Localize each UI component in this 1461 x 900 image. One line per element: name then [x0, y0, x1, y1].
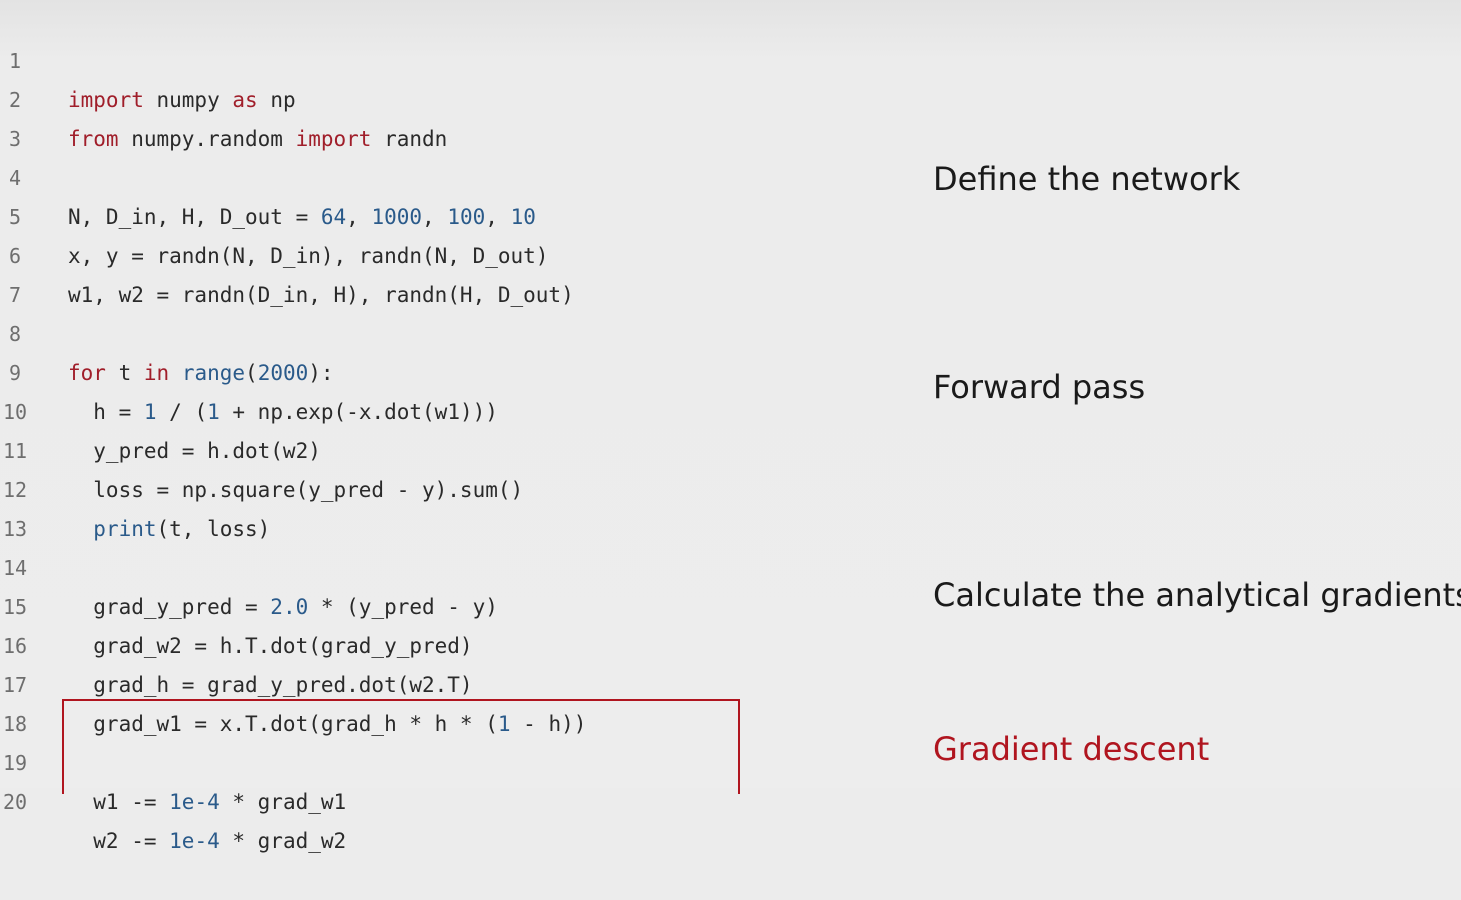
code-line: 3 — [0, 81, 76, 151]
code-text: for t in range(2000): — [68, 361, 334, 385]
code-text: loss = np.square(y_pred - y).sum() — [68, 478, 524, 502]
annotation-gradient-descent: Gradient descent — [933, 730, 1210, 768]
code-line: 7 — [0, 237, 76, 307]
code-line: 9 h = 1 / (1 + np.exp(-x.dot(w1))) — [0, 315, 498, 424]
annotation-analytical-gradients: Calculate the analytical gradients — [933, 576, 1461, 614]
code-line: 16 grad_h = grad_y_pred.dot(w2.T) — [0, 588, 473, 697]
code-line: 13 — [0, 471, 76, 541]
code-text: w2 -= 1e-4 * grad_w2 — [68, 829, 347, 853]
gradient-descent-highlight-box — [62, 699, 740, 794]
code-line: 8 for t in range(2000): — [0, 276, 334, 385]
code-text: w1, w2 = randn(D_in, H), randn(H, D_out) — [68, 283, 574, 307]
code-line: 5 x, y = randn(N, D_in), randn(N, D_out) — [0, 159, 548, 268]
code-line: 1 import numpy as np — [0, 3, 296, 112]
code-text: grad_y_pred = 2.0 * (y_pred - y) — [68, 595, 498, 619]
line-number: 20 — [2, 790, 28, 814]
code-line: 6 w1, w2 = randn(D_in, H), randn(H, D_ou… — [0, 198, 574, 307]
annotation-forward-pass: Forward pass — [933, 368, 1146, 406]
code-line: 14 grad_y_pred = 2.0 * (y_pred - y) — [0, 510, 498, 619]
code-text: y_pred = h.dot(w2) — [68, 439, 321, 463]
code-line: 10 y_pred = h.dot(w2) — [0, 354, 321, 463]
code-line: 11 loss = np.square(y_pred - y).sum() — [0, 393, 523, 502]
code-line: 2 from numpy.random import randn — [0, 42, 447, 151]
code-text: N, D_in, H, D_out = 64, 1000, 100, 10 — [68, 205, 536, 229]
annotation-define-network: Define the network — [933, 160, 1241, 198]
code-line: 17 grad_w1 = x.T.dot(grad_h * h * (1 - h… — [0, 627, 586, 736]
code-line: 15 grad_w2 = h.T.dot(grad_y_pred) — [0, 549, 473, 658]
code-text: x, y = randn(N, D_in), randn(N, D_out) — [68, 244, 549, 268]
code-text: grad_w2 = h.T.dot(grad_y_pred) — [68, 634, 473, 658]
slide: 1 import numpy as np 2 from numpy.random… — [0, 0, 1461, 853]
code-text: import numpy as np — [68, 88, 296, 112]
code-text: h = 1 / (1 + np.exp(-x.dot(w1))) — [68, 400, 498, 424]
code-line: 4 N, D_in, H, D_out = 64, 1000, 100, 10 — [0, 120, 536, 229]
code-text: from numpy.random import randn — [68, 127, 448, 151]
code-line: 12 print(t, loss) — [0, 432, 270, 541]
code-text: print(t, loss) — [93, 517, 271, 541]
